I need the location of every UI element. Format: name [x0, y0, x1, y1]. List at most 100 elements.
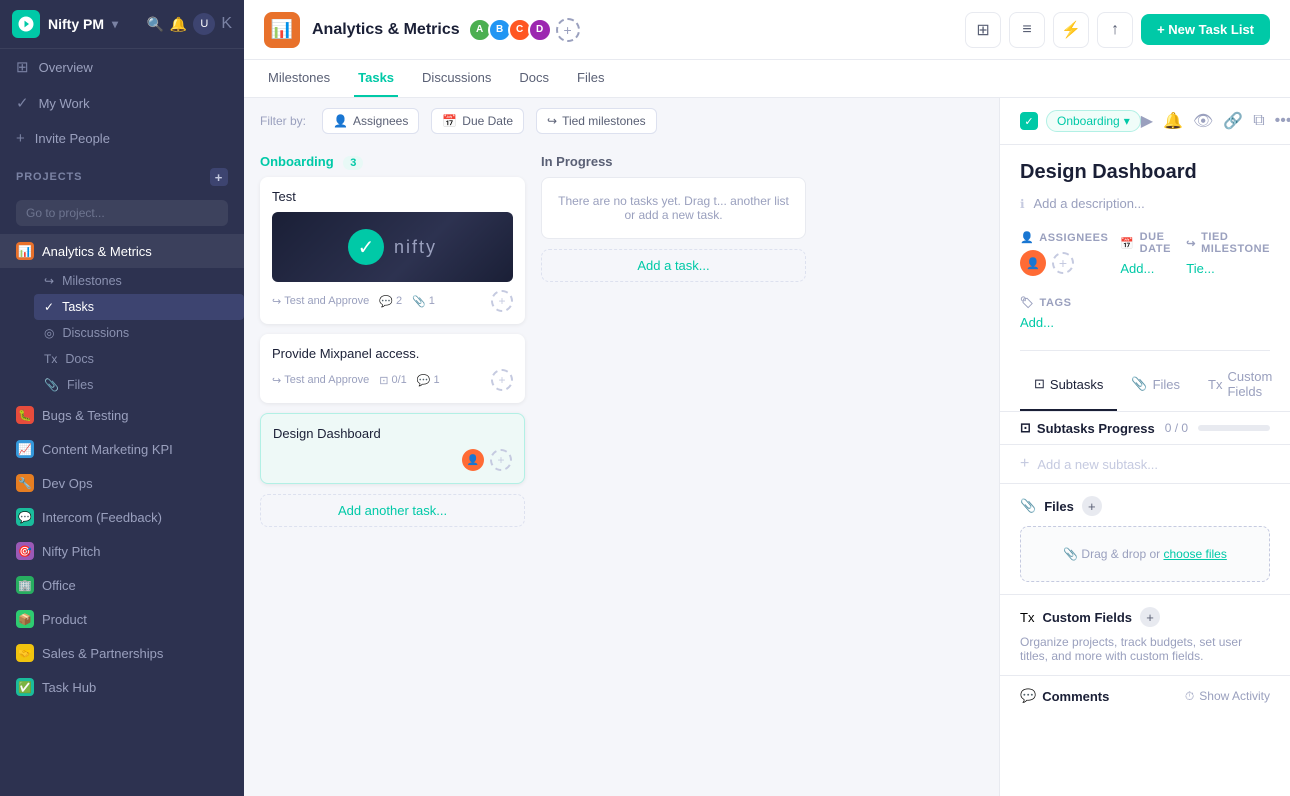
task-detail-header: ✓ Onboarding ▾ ▶ 🔔 👁 🔗 ⧉ ••• ✕ — [1000, 98, 1290, 145]
sidebar-item-my-work[interactable]: ✓ My Work — [0, 85, 244, 121]
divider-1 — [1020, 350, 1270, 351]
sidebar-project-office[interactable]: 🏢 Office — [0, 568, 244, 602]
taskhub-label: Task Hub — [42, 680, 96, 695]
sidebar-project-taskhub[interactable]: ✅ Task Hub — [0, 670, 244, 704]
copy-icon[interactable]: ⧉ — [1253, 112, 1264, 130]
sidebar-project-analytics[interactable]: 📊 Analytics & Metrics — [0, 234, 244, 268]
task-test-add-assignee[interactable]: + — [491, 290, 513, 312]
avatar-icon[interactable]: U — [193, 13, 215, 35]
custom-fields-icon: Tx — [1208, 377, 1222, 392]
detail-tab-comments[interactable]: 💬 Comments — [1286, 359, 1290, 411]
tab-files[interactable]: Files — [573, 60, 608, 97]
filter-tied-milestones[interactable]: ↪ Tied milestones — [536, 108, 657, 134]
grid-view-button[interactable]: ⊞ — [965, 12, 1001, 48]
tags-add[interactable]: Add... — [1020, 315, 1270, 330]
detail-tab-custom-fields[interactable]: Tx Custom Fields — [1194, 359, 1286, 411]
nifty-logo: ✓ nifty — [348, 229, 437, 265]
link-icon[interactable]: 🔗 — [1223, 111, 1243, 131]
field-assignees: 👤 Assignees 👤 + — [1020, 231, 1108, 276]
status-dropdown[interactable]: Onboarding ▾ — [1046, 110, 1141, 132]
sales-dot: 🤝 — [16, 644, 34, 662]
sidebar-project-product[interactable]: 📦 Product — [0, 602, 244, 636]
sidebar-sub-milestones[interactable]: ↪ Milestones — [34, 268, 244, 294]
search-input[interactable] — [16, 200, 228, 226]
choose-files-link[interactable]: choose files — [1163, 547, 1226, 561]
add-another-task-button[interactable]: Add another task... — [260, 494, 525, 527]
task-test-meta: ↪ Test and Approve 💬 2 📎 1 — [272, 290, 513, 312]
notification-icon[interactable]: 🔔 — [170, 16, 187, 33]
sidebar-item-invite-people[interactable]: + Invite People — [0, 121, 244, 156]
sidebar-project-devops[interactable]: 🔧 Dev Ops — [0, 466, 244, 500]
task-design-add-assignee[interactable]: + — [490, 449, 512, 471]
task-card-design-dashboard[interactable]: Design Dashboard 👤 + — [260, 413, 525, 484]
add-assignee-button[interactable]: + — [1052, 252, 1074, 274]
devops-dot: 🔧 — [16, 474, 34, 492]
task-test-milestone: ↪ Test and Approve — [272, 295, 369, 308]
detail-tab-subtasks[interactable]: ⊡ Subtasks — [1020, 359, 1117, 411]
calendar-icon: 📅 — [442, 114, 457, 128]
bell-icon[interactable]: 🔔 — [1163, 111, 1183, 131]
paperclip-icon: 📎 — [412, 295, 426, 308]
sidebar-sub-tasks[interactable]: ✓ Tasks — [34, 294, 244, 320]
sidebar-item-overview[interactable]: ⊞ Overview — [0, 49, 244, 85]
files-add-button[interactable]: + — [1082, 496, 1102, 516]
subtasks-progress-label: ⊡ Subtasks Progress — [1020, 420, 1155, 436]
topbar-right: ⊞ ≡ ⚡ ↑ + New Task List — [965, 12, 1270, 48]
list-view-button[interactable]: ≡ — [1009, 12, 1045, 48]
sidebar-sub-docs[interactable]: Tx Docs — [34, 346, 244, 372]
task-complete-checkbox[interactable]: ✓ — [1020, 112, 1038, 130]
bugs-label: Bugs & Testing — [42, 408, 128, 423]
files-header: 📎 Files + — [1020, 496, 1270, 516]
task-detail-header-left: ✓ Onboarding ▾ — [1020, 110, 1141, 132]
sidebar-project-bugs[interactable]: 🐛 Bugs & Testing — [0, 398, 244, 432]
task-card-test[interactable]: Test ✓ nifty ↪ Test and Approve — [260, 177, 525, 324]
new-task-list-button[interactable]: + New Task List — [1141, 14, 1270, 45]
task-card-mixpanel[interactable]: Provide Mixpanel access. ↪ Test and Appr… — [260, 334, 525, 403]
sidebar-sub-discussions[interactable]: ◎ Discussions — [34, 320, 244, 346]
due-date-value[interactable]: Add... — [1120, 261, 1174, 276]
sidebar-project-sales[interactable]: 🤝 Sales & Partnerships — [0, 636, 244, 670]
filter-assignees[interactable]: 👤 Assignees — [322, 108, 419, 134]
files-section: 📎 Files + 📎 Drag & drop or choose files — [1000, 484, 1290, 594]
detail-tab-files[interactable]: 📎 Files — [1117, 359, 1194, 411]
filter-due-date[interactable]: 📅 Due Date — [431, 108, 524, 134]
add-task-button[interactable]: Add a task... — [541, 249, 806, 282]
task-design-title: Design Dashboard — [273, 426, 512, 441]
upload-button[interactable]: ↑ — [1097, 12, 1133, 48]
task-detail-description[interactable]: ℹ Add a description... — [1000, 192, 1290, 223]
search-icon[interactable]: 🔍 — [146, 16, 163, 33]
subtasks-progress-row: ⊡ Subtasks Progress 0 / 0 — [1000, 412, 1290, 445]
info-icon: ℹ — [1020, 197, 1025, 211]
tab-tasks[interactable]: Tasks — [354, 60, 398, 97]
overview-icon: ⊞ — [16, 58, 29, 76]
sidebar-sub-files[interactable]: 📎 Files — [34, 372, 244, 398]
tied-milestone-value[interactable]: Tie... — [1186, 261, 1270, 276]
field-due-date: 📅 Due Date Add... — [1120, 231, 1174, 276]
task-detail-fields: 👤 Assignees 👤 + 📅 Due Date Add... — [1000, 223, 1290, 292]
show-activity-button[interactable]: ⏱ Show Activity — [1185, 689, 1270, 704]
sidebar-project-intercom[interactable]: 💬 Intercom (Feedback) — [0, 500, 244, 534]
content-label: Content Marketing KPI — [42, 442, 173, 457]
add-subtask-row[interactable]: + Add a new subtask... — [1000, 445, 1290, 484]
office-label: Office — [42, 578, 76, 593]
tab-milestones[interactable]: Milestones — [264, 60, 334, 97]
tab-docs[interactable]: Docs — [515, 60, 553, 97]
task-mixpanel-add-assignee[interactable]: + — [491, 369, 513, 391]
sales-label: Sales & Partnerships — [42, 646, 163, 661]
files-icon2: 📎 — [1020, 498, 1036, 514]
brand-dropdown[interactable]: ▾ — [112, 17, 118, 31]
play-icon[interactable]: ▶ — [1141, 111, 1153, 131]
sidebar-project-pitch[interactable]: 🎯 Nifty Pitch — [0, 534, 244, 568]
custom-fields-add-button[interactable]: + — [1140, 607, 1160, 627]
status-label: Onboarding — [1057, 114, 1120, 128]
tied-milestone-label: ↪ Tied milestone — [1186, 231, 1270, 255]
brand[interactable]: Nifty PM ▾ — [12, 10, 118, 38]
zap-button[interactable]: ⚡ — [1053, 12, 1089, 48]
add-project-btn[interactable]: + — [210, 168, 228, 186]
tab-discussions[interactable]: Discussions — [418, 60, 495, 97]
more-icon[interactable]: ••• — [1275, 112, 1290, 130]
collapse-icon[interactable]: K — [221, 15, 232, 33]
add-member-button[interactable]: + — [556, 18, 580, 42]
sidebar-project-content[interactable]: 📈 Content Marketing KPI — [0, 432, 244, 466]
eye-icon[interactable]: 👁 — [1193, 111, 1213, 131]
